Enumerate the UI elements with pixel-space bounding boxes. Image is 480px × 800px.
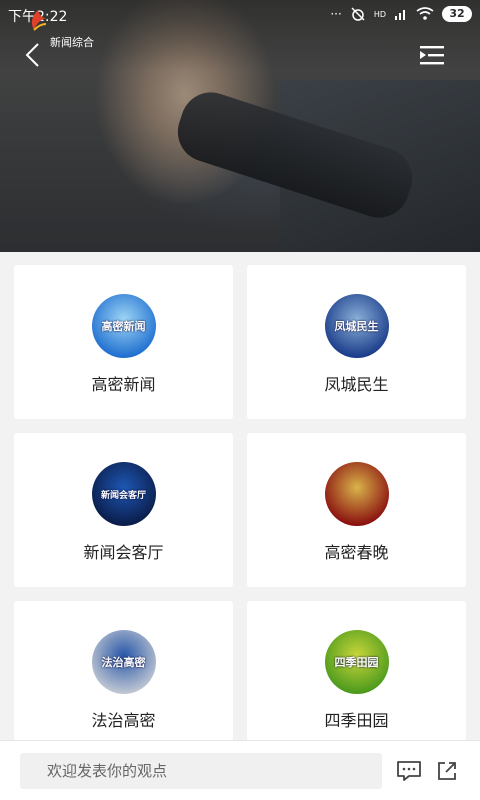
program-label: 新闻会客厅 — [83, 543, 164, 562]
network-type: HD — [373, 9, 386, 19]
program-card[interactable]: 高密新闻 高密新闻 — [14, 265, 233, 419]
channel-logo-icon — [31, 10, 47, 31]
program-thumbnail: 法治高密 — [91, 630, 156, 694]
program-card[interactable]: 四季田园 四季田园 — [247, 601, 466, 741]
comment-icon[interactable] — [396, 760, 422, 782]
program-thumbnail: 高密新闻 — [91, 294, 156, 358]
program-card[interactable]: 新闻会客厅 新闻会客厅 — [14, 433, 233, 587]
wifi-icon — [416, 7, 434, 20]
program-card[interactable]: 高密春晚 — [247, 433, 466, 587]
comment-input[interactable] — [20, 753, 382, 789]
program-thumbnail: 凤城民生 — [324, 294, 389, 358]
comment-bar — [0, 740, 480, 800]
program-card[interactable]: 凤城民生 凤城民生 — [247, 265, 466, 419]
program-label: 高密春晚 — [324, 543, 389, 562]
program-thumbnail: 新闻会客厅 — [91, 462, 156, 526]
program-thumbnail — [324, 462, 389, 526]
program-label: 高密新闻 — [91, 375, 156, 394]
channel-name: 新闻综合 — [50, 36, 94, 49]
battery-icon: 32 — [442, 6, 472, 22]
back-icon[interactable] — [22, 40, 46, 70]
program-label: 法治高密 — [91, 711, 156, 730]
dots-icon: ··· — [330, 7, 342, 21]
alarm-off-icon — [351, 7, 365, 21]
signal-icon — [395, 10, 405, 20]
share-icon[interactable] — [436, 760, 458, 782]
status-bar: 下午2:22 ··· HD 32 — [0, 0, 480, 30]
program-label: 凤城民生 — [324, 375, 389, 394]
program-label: 四季田园 — [324, 711, 389, 730]
program-card[interactable]: 法治高密 法治高密 — [14, 601, 233, 741]
playlist-icon[interactable] — [418, 44, 446, 66]
program-thumbnail: 四季田园 — [324, 630, 389, 694]
